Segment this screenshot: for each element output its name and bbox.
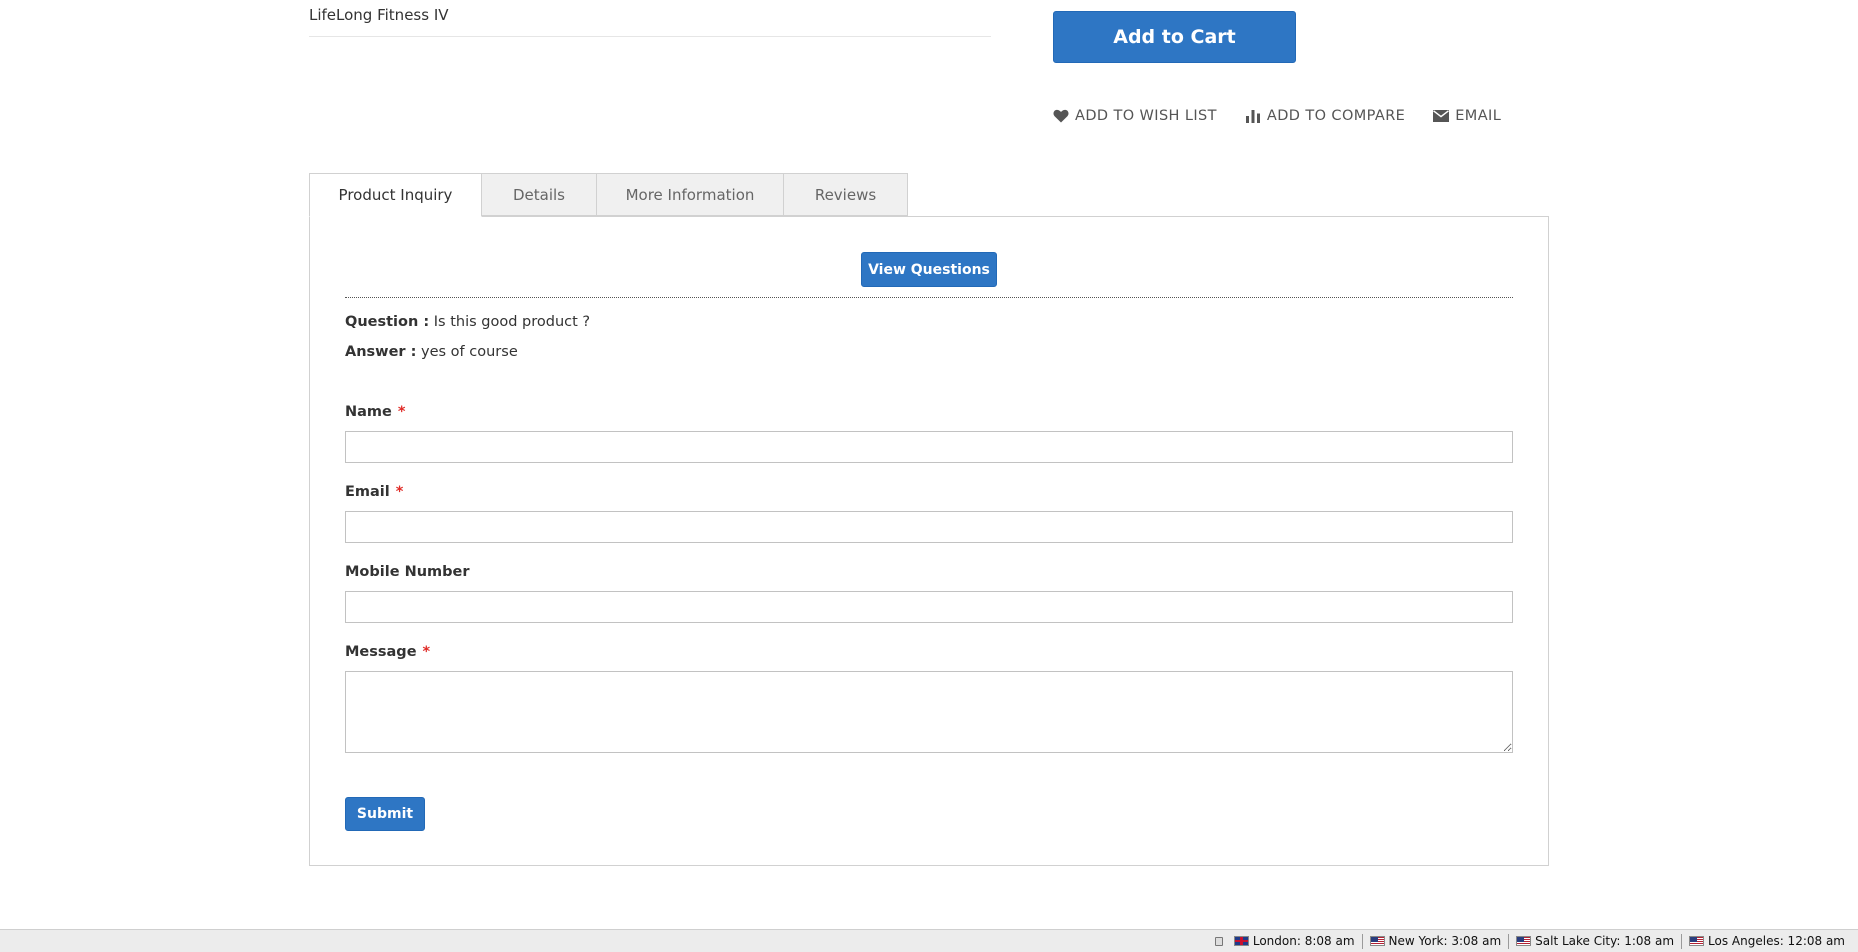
answer-row: Answer : yes of course: [345, 344, 518, 360]
name-field[interactable]: [345, 431, 1513, 463]
wishlist-label: Add to Wish List: [1075, 108, 1217, 124]
email-label: Email *: [345, 484, 404, 500]
answer-label: Answer :: [345, 344, 417, 360]
lock-icon: [1214, 936, 1223, 946]
mobile-number-label: Mobile Number: [345, 564, 470, 580]
clock-london[interactable]: London: 8:08 am: [1227, 934, 1362, 949]
heart-icon: [1053, 109, 1069, 123]
us-flag-icon: [1689, 936, 1705, 946]
bar-chart-icon: [1245, 109, 1261, 123]
uk-flag-icon: [1233, 936, 1249, 946]
questions-divider: [345, 297, 1513, 298]
email-label: Email: [1455, 108, 1502, 124]
question-row: Question : Is this good product ?: [345, 314, 590, 330]
required-mark: *: [422, 644, 431, 660]
message-label: Message *: [345, 644, 431, 660]
compare-label: Add to Compare: [1266, 108, 1406, 124]
tab-more-information[interactable]: More Information: [597, 173, 784, 216]
message-field[interactable]: [345, 671, 1513, 753]
name-label: Name *: [345, 404, 406, 420]
clock-salt-lake-city[interactable]: Salt Lake City: 1:08 am: [1508, 933, 1681, 949]
question-label: Question :: [345, 314, 430, 330]
clock-new-york[interactable]: New York: 3:08 am: [1361, 933, 1509, 949]
add-to-cart-button[interactable]: Add to Cart: [1053, 11, 1296, 63]
world-clocks: London: 8:08 am New York: 3:08 am Salt L…: [1214, 933, 1858, 949]
envelope-icon: [1433, 110, 1450, 122]
email-link[interactable]: Email: [1433, 108, 1501, 124]
email-field[interactable]: [345, 511, 1513, 543]
status-bar: London: 8:08 am New York: 3:08 am Salt L…: [0, 929, 1858, 952]
us-flag-icon: [1516, 936, 1532, 946]
question-text: Is this good product ?: [433, 314, 591, 330]
required-mark: *: [397, 404, 406, 420]
clock-los-angeles[interactable]: Los Angeles: 12:08 am: [1681, 933, 1852, 949]
tab-reviews[interactable]: Reviews: [784, 173, 908, 216]
tab-product-inquiry[interactable]: Product Inquiry: [309, 173, 482, 217]
submit-button[interactable]: Submit: [345, 797, 425, 831]
us-flag-icon: [1369, 936, 1385, 946]
mobile-number-field[interactable]: [345, 591, 1513, 623]
add-to-compare-link[interactable]: Add to Compare: [1245, 108, 1405, 124]
view-questions-button[interactable]: View Questions: [861, 252, 997, 287]
product-option-name: LifeLong Fitness IV: [309, 6, 449, 24]
tab-details[interactable]: Details: [482, 173, 597, 216]
option-divider: [309, 36, 991, 37]
required-mark: *: [395, 484, 404, 500]
answer-text: yes of course: [421, 344, 518, 360]
add-to-wishlist-link[interactable]: Add to Wish List: [1053, 108, 1217, 124]
product-actions: Add to Wish List Add to Compare Email: [1053, 108, 1501, 124]
product-tabs: Product Inquiry Details More Information…: [309, 173, 908, 217]
